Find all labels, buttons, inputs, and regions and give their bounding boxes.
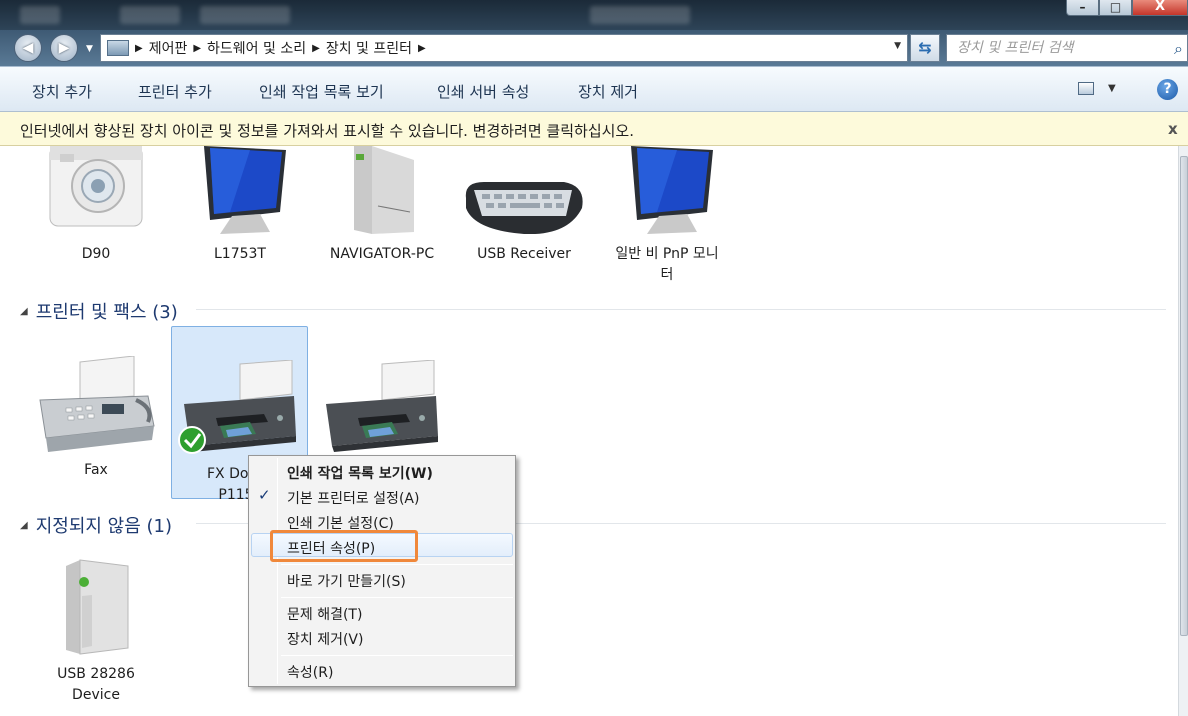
context-menu: 인쇄 작업 목록 보기(W) ✓ 기본 프린터로 설정(A) 인쇄 기본 설정(… — [248, 455, 516, 687]
device-label: NAVIGATOR-PC — [329, 246, 435, 262]
breadcrumb-separator-icon[interactable]: ▶ — [193, 43, 201, 54]
devices-content-pane: D90 L1753T NAVIGATOR-PC USB Receiver 일반 … — [0, 146, 1178, 716]
device-item[interactable]: USB 28286 Device — [36, 556, 156, 706]
menu-item-set-default-printer[interactable]: 기본 프린터로 설정(A) — [287, 488, 419, 508]
forward-arrow-icon: ▶ — [58, 40, 70, 56]
group-title: 지정되지 않음 (1) — [35, 516, 173, 537]
recent-pages-dropdown[interactable]: ▼ — [86, 44, 93, 54]
search-icon[interactable]: ⌕ — [1174, 39, 1183, 59]
address-bar-row: ◀ ▶ ▼ ▶ 제어판 ▶ 하드웨어 및 소리 ▶ 장치 및 프린터 ▶ ▼ ⇆… — [0, 30, 1188, 66]
device-label: Fax — [84, 462, 108, 478]
collapse-arrow-icon[interactable]: ◢ — [20, 520, 28, 531]
breadcrumb-devices-printers[interactable]: 장치 및 프린터 — [326, 38, 412, 58]
computer-tower-icon — [354, 146, 414, 234]
collapse-arrow-icon[interactable]: ◢ — [20, 306, 28, 317]
group-divider — [196, 309, 1166, 310]
menu-item-remove-device[interactable]: 장치 제거(V) — [287, 629, 363, 649]
view-options-dropdown-icon[interactable]: ▼ — [1108, 83, 1116, 94]
device-label: USB 28286 Device — [57, 666, 135, 703]
menu-item-properties[interactable]: 속성(R) — [287, 662, 333, 682]
device-item[interactable]: USB Receiver — [464, 146, 584, 265]
device-item[interactable]: D90 — [36, 146, 156, 265]
menu-gutter — [277, 458, 278, 684]
see-print-queue-button[interactable]: 인쇄 작업 목록 보기 — [259, 81, 384, 102]
forward-button[interactable]: ▶ — [50, 34, 78, 62]
minimize-button[interactable]: – — [1066, 0, 1099, 16]
printer-icon — [178, 359, 296, 454]
scrollbar-thumb[interactable] — [1180, 156, 1188, 636]
control-panel-icon — [107, 40, 129, 56]
group-header-printers[interactable]: ◢ 프린터 및 팩스 (3) — [20, 298, 178, 324]
device-item[interactable]: Fax — [36, 355, 156, 481]
address-dropdown-icon[interactable]: ▼ — [894, 41, 901, 51]
vertical-scrollbar[interactable] — [1178, 146, 1188, 716]
information-bar-close-icon[interactable]: x — [1168, 120, 1178, 138]
maximize-button[interactable]: □ — [1099, 0, 1132, 16]
printer-icon — [326, 359, 438, 452]
change-view-icon[interactable] — [1078, 82, 1094, 95]
camera-icon — [49, 146, 143, 227]
add-printer-button[interactable]: 프린터 추가 — [138, 81, 212, 102]
group-title: 프린터 및 팩스 (3) — [35, 302, 178, 323]
window-titlebar: – □ X — [0, 0, 1188, 30]
monitor-icon — [204, 146, 286, 234]
menu-separator — [281, 564, 513, 565]
command-bar: 장치 추가 프린터 추가 인쇄 작업 목록 보기 인쇄 서버 속성 장치 제거 … — [0, 66, 1188, 112]
monitor-icon — [631, 146, 713, 234]
information-bar-message[interactable]: 인터넷에서 향상된 장치 아이콘 및 정보를 가져와서 표시할 수 있습니다. … — [20, 120, 634, 141]
group-header-unspecified[interactable]: ◢ 지정되지 않음 (1) — [20, 512, 172, 538]
device-label: USB Receiver — [477, 246, 571, 262]
device-label: L1753T — [214, 246, 266, 262]
menu-separator — [281, 655, 513, 656]
breadcrumb-hardware-sound[interactable]: 하드웨어 및 소리 — [207, 38, 306, 58]
print-server-properties-button[interactable]: 인쇄 서버 속성 — [437, 81, 529, 102]
search-input[interactable] — [957, 40, 1157, 56]
refresh-icon: ⇆ — [918, 38, 932, 57]
add-device-button[interactable]: 장치 추가 — [32, 81, 92, 102]
checkmark-icon: ✓ — [258, 486, 271, 504]
usb-device-icon — [66, 559, 129, 655]
fax-machine-icon — [39, 355, 155, 452]
breadcrumb-control-panel[interactable]: 제어판 — [149, 38, 188, 58]
device-label: D90 — [81, 246, 111, 262]
back-arrow-icon: ◀ — [22, 40, 34, 56]
information-bar[interactable]: 인터넷에서 향상된 장치 아이콘 및 정보를 가져와서 표시할 수 있습니다. … — [0, 112, 1188, 146]
device-item[interactable]: L1753T — [180, 146, 300, 265]
back-button[interactable]: ◀ — [14, 34, 42, 62]
help-button[interactable]: ? — [1157, 79, 1178, 100]
keyboard-icon — [465, 182, 583, 235]
address-bar[interactable]: ▶ 제어판 ▶ 하드웨어 및 소리 ▶ 장치 및 프린터 ▶ ▼ — [100, 34, 908, 62]
remove-device-button[interactable]: 장치 제거 — [578, 81, 638, 102]
device-item[interactable] — [318, 359, 438, 460]
blurred-taskbar-strip — [0, 6, 1188, 26]
menu-item-see-print-queue[interactable]: 인쇄 작업 목록 보기(W) — [287, 463, 433, 483]
device-item[interactable]: 일반 비 PnP 모니 터 — [607, 146, 727, 286]
breadcrumb-separator-icon[interactable]: ▶ — [312, 43, 320, 54]
refresh-button[interactable]: ⇆ — [910, 34, 940, 62]
close-button[interactable]: X — [1132, 0, 1188, 16]
menu-separator — [281, 597, 513, 598]
breadcrumb-separator-icon[interactable]: ▶ — [418, 43, 426, 54]
breadcrumb-separator-icon[interactable]: ▶ — [135, 43, 143, 54]
menu-item-create-shortcut[interactable]: 바로 가기 만들기(S) — [287, 571, 406, 591]
search-box[interactable]: ⌕ — [946, 34, 1188, 62]
menu-item-troubleshoot[interactable]: 문제 해결(T) — [287, 604, 362, 624]
device-item[interactable]: NAVIGATOR-PC — [322, 146, 442, 265]
printer-properties-callout — [270, 530, 418, 562]
device-label: 일반 비 PnP 모니 터 — [615, 246, 719, 283]
